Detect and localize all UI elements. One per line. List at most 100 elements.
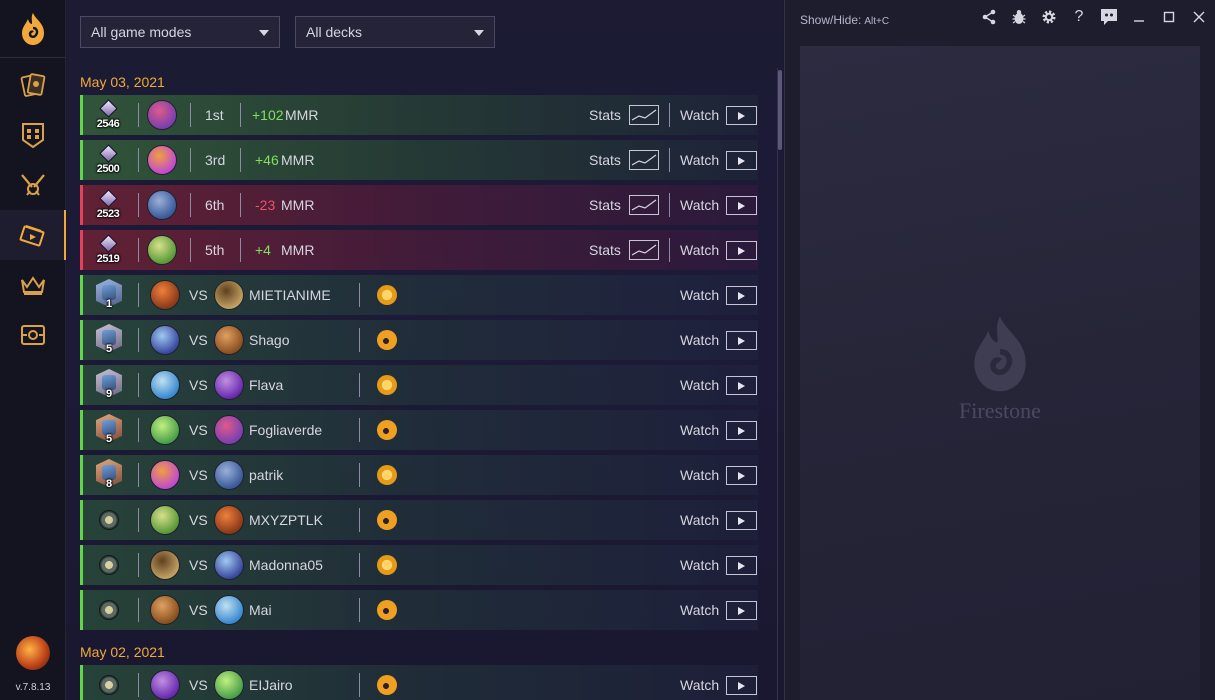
collection-cards-icon <box>20 73 46 97</box>
player-hero-portrait <box>150 505 180 535</box>
vs-label: VS <box>189 377 208 393</box>
finish-position: 5th <box>205 242 225 258</box>
ranked-replay-row[interactable]: VS MXYZPTLK Watch <box>80 500 758 540</box>
show-hide-label: Show/Hide: <box>800 13 862 27</box>
ranked-replay-row[interactable]: VS Mai Watch <box>80 590 758 630</box>
stats-chart-button[interactable] <box>629 240 659 260</box>
battlegrounds-replay-row[interactable]: 2546 1st +102 MMR Stats Watch <box>80 95 758 135</box>
separator <box>138 373 139 397</box>
watch-label: Watch <box>680 422 720 438</box>
maximize-button[interactable] <box>1157 6 1181 28</box>
ranked-replay-row[interactable]: 5 VS Shago Watch <box>80 320 758 360</box>
firestone-watermark-flame-icon <box>974 316 1026 392</box>
watch-replay-button[interactable] <box>726 286 757 305</box>
watch-label: Watch <box>680 152 720 168</box>
watch-label: Watch <box>680 377 720 393</box>
ranked-replay-row[interactable]: 9 VS Flava Watch <box>80 365 758 405</box>
sidebar-item-battlegrounds[interactable] <box>0 260 66 310</box>
play-icon <box>738 246 745 255</box>
stats-label: Stats <box>589 197 621 213</box>
sidebar-item-achievements[interactable] <box>0 160 66 210</box>
line-chart-icon <box>631 154 657 166</box>
watch-replay-button[interactable] <box>726 106 757 125</box>
watch-replay-button[interactable] <box>726 601 757 620</box>
duels-icon <box>21 325 45 345</box>
watch-replay-button[interactable] <box>726 376 757 395</box>
share-button[interactable] <box>977 6 1001 28</box>
minimize-button[interactable] <box>1127 6 1151 28</box>
ranked-replay-row[interactable]: VS Madonna05 Watch <box>80 545 758 585</box>
vs-label: VS <box>189 287 208 303</box>
mmr-delta: +46 <box>255 152 279 168</box>
separator <box>138 238 139 262</box>
ranked-replay-row[interactable]: 1 VS MIETIANIME Watch <box>80 275 758 315</box>
opponent-name: Shago <box>249 332 290 348</box>
ranked-replay-row[interactable]: 8 VS patrik Watch <box>80 455 758 495</box>
legend-rank-icon <box>99 675 119 695</box>
replays-icon <box>19 225 45 247</box>
separator <box>190 238 191 262</box>
opponent-hero-portrait <box>214 415 244 445</box>
ranked-replay-row[interactable]: 5 VS Fogliaverde Watch <box>80 410 758 450</box>
opponent-name: Madonna05 <box>249 557 323 573</box>
play-icon <box>738 471 745 480</box>
rating-diamond-icon <box>99 99 118 118</box>
battlegrounds-replay-row[interactable]: 2519 5th +4 MMR Stats Watch <box>80 230 758 270</box>
firestone-watermark-text: Firestone <box>959 398 1041 423</box>
sidebar-item-decktracker[interactable] <box>0 110 66 160</box>
separator <box>359 373 360 397</box>
firestone-logo[interactable] <box>0 0 66 58</box>
separator <box>190 148 191 172</box>
separator <box>240 148 241 172</box>
separator <box>138 283 139 307</box>
stats-chart-button[interactable] <box>629 105 659 125</box>
legend-rank-icon <box>99 555 119 575</box>
watch-replay-button[interactable] <box>726 511 757 530</box>
player-hero-portrait <box>150 280 180 310</box>
stats-chart-button[interactable] <box>629 150 659 170</box>
separator <box>190 103 191 127</box>
show-hide-hint: Show/Hide: Alt+C <box>800 13 889 27</box>
user-avatar[interactable] <box>16 636 50 670</box>
watch-replay-button[interactable] <box>726 676 757 695</box>
mmr-unit: MMR <box>281 152 315 168</box>
sidebar-item-duels[interactable] <box>0 310 66 360</box>
stats-chart-button[interactable] <box>629 195 659 215</box>
battlegrounds-replay-row[interactable]: 2500 3rd +46 MMR Stats Watch <box>80 140 758 180</box>
hero-portrait <box>147 235 177 265</box>
play-icon <box>738 561 745 570</box>
minimize-icon <box>1134 20 1144 22</box>
replays-main: All game modes All decks May 03, 2021 254… <box>67 0 783 700</box>
sidebar-item-collection[interactable] <box>0 60 66 110</box>
game-modes-dropdown[interactable]: All game modes <box>80 16 280 48</box>
settings-button[interactable] <box>1037 6 1061 28</box>
ranked-replay-row[interactable]: VS EIJairo Watch <box>80 665 758 700</box>
battlegrounds-replay-row[interactable]: 2523 6th -23 MMR Stats Watch <box>80 185 758 225</box>
watch-replay-button[interactable] <box>726 196 757 215</box>
separator <box>359 598 360 622</box>
rating-diamond-icon <box>99 144 118 163</box>
watch-replay-button[interactable] <box>726 556 757 575</box>
sidebar-item-replays[interactable] <box>0 210 66 260</box>
opponent-name: EIJairo <box>249 677 293 693</box>
watch-replay-button[interactable] <box>726 466 757 485</box>
watch-replay-button[interactable] <box>726 331 757 350</box>
line-chart-icon <box>631 244 657 256</box>
close-button[interactable] <box>1187 6 1211 28</box>
decks-dropdown[interactable]: All decks <box>295 16 495 48</box>
help-icon: ? <box>1074 8 1084 25</box>
separator <box>138 103 139 127</box>
watch-replay-button[interactable] <box>726 241 757 260</box>
opponent-name: Flava <box>249 377 284 393</box>
coin-icon <box>377 285 397 305</box>
vs-label: VS <box>189 422 208 438</box>
watch-replay-button[interactable] <box>726 151 757 170</box>
separator <box>138 598 139 622</box>
discord-button[interactable] <box>1097 6 1121 28</box>
help-button[interactable]: ? <box>1067 6 1091 28</box>
watch-replay-button[interactable] <box>726 421 757 440</box>
bug-report-button[interactable] <box>1007 6 1031 28</box>
scrollbar-track[interactable] <box>777 68 783 700</box>
scrollbar-thumb[interactable] <box>778 70 782 150</box>
went-first-icon <box>377 600 397 620</box>
